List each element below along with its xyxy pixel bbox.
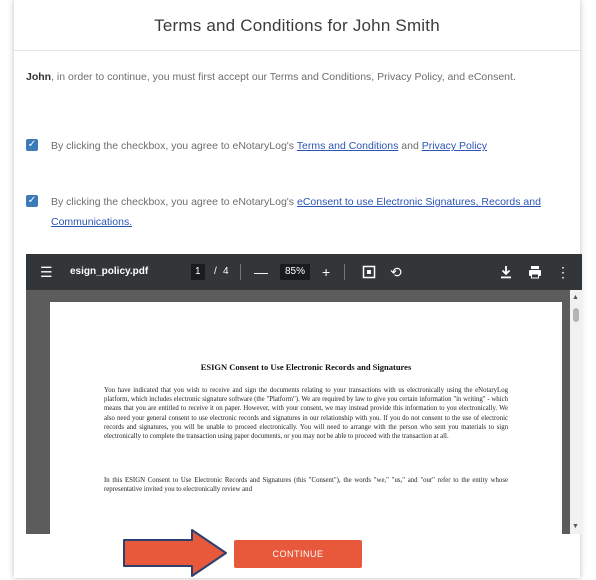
pdf-filename: esign_policy.pdf (70, 266, 149, 277)
intro-message: , in order to continue, you must first a… (51, 71, 516, 83)
consent-econsent-row: ✓ By clicking the checkbox, you agree to… (26, 192, 571, 232)
zoom-level[interactable]: 85% (280, 264, 311, 280)
zoom-in-icon[interactable]: + (322, 254, 330, 290)
pdf-viewer[interactable]: ☰ esign_policy.pdf 1 / 4 — 85% + ⟲ ⋮ ESI… (26, 254, 582, 534)
consent-econsent-prefix: By clicking the checkbox, you agree to e… (51, 196, 297, 208)
zoom-out-icon[interactable]: — (254, 254, 268, 290)
page-title: Terms and Conditions for John Smith (154, 16, 440, 35)
document-paragraph-2: In this ESIGN Consent to Use Electronic … (104, 477, 508, 494)
page-total: 4 (223, 266, 229, 277)
page-separator: / (214, 266, 217, 277)
menu-icon[interactable]: ☰ (40, 254, 53, 290)
toolbar-divider (240, 264, 241, 280)
print-icon[interactable] (528, 265, 542, 282)
terms-dialog: Terms and Conditions for John Smith John… (14, 0, 582, 578)
rotate-icon[interactable]: ⟲ (390, 254, 402, 290)
scroll-thumb[interactable] (573, 308, 579, 322)
consent-econsent-text: By clicking the checkbox, you agree to e… (51, 192, 571, 232)
document-title: ESIGN Consent to Use Electronic Records … (200, 362, 412, 372)
privacy-policy-link[interactable]: Privacy Policy (422, 140, 487, 152)
scroll-down-icon[interactable]: ▼ (572, 523, 579, 530)
consent-terms-prefix: By clicking the checkbox, you agree to e… (51, 140, 297, 152)
continue-button[interactable]: CONTINUE (234, 540, 362, 568)
page-current: 1 (195, 266, 201, 277)
intro-user-name: John (26, 71, 52, 83)
toolbar-divider (344, 264, 345, 280)
scroll-up-icon[interactable]: ▲ (572, 294, 579, 301)
title-divider (14, 50, 580, 51)
document-paragraph-1: You have indicated that you wish to rece… (104, 387, 508, 441)
more-vert-icon[interactable]: ⋮ (556, 254, 570, 290)
page-number-input[interactable]: 1 (191, 264, 205, 280)
consent-terms-middle: and (398, 140, 422, 152)
checkmark-icon: ✓ (27, 195, 37, 206)
pdf-page: ESIGN Consent to Use Electronic Records … (50, 302, 562, 534)
arrow-right-icon (123, 529, 227, 577)
intro-text: John, in order to continue, you must fir… (26, 67, 566, 87)
checkmark-icon: ✓ (27, 139, 37, 150)
terms-and-conditions-link[interactable]: Terms and Conditions (297, 140, 399, 152)
consent-terms-row: ✓ By clicking the checkbox, you agree to… (26, 136, 571, 156)
pdf-toolbar: ☰ esign_policy.pdf 1 / 4 — 85% + ⟲ ⋮ (26, 254, 582, 290)
consent-terms-text: By clicking the checkbox, you agree to e… (51, 136, 487, 156)
download-icon[interactable] (500, 265, 512, 282)
fit-page-icon[interactable] (362, 265, 376, 282)
pdf-scrollbar[interactable]: ▲ ▼ (570, 290, 582, 534)
terms-checkbox[interactable]: ✓ (26, 139, 38, 151)
econsent-checkbox[interactable]: ✓ (26, 195, 38, 207)
